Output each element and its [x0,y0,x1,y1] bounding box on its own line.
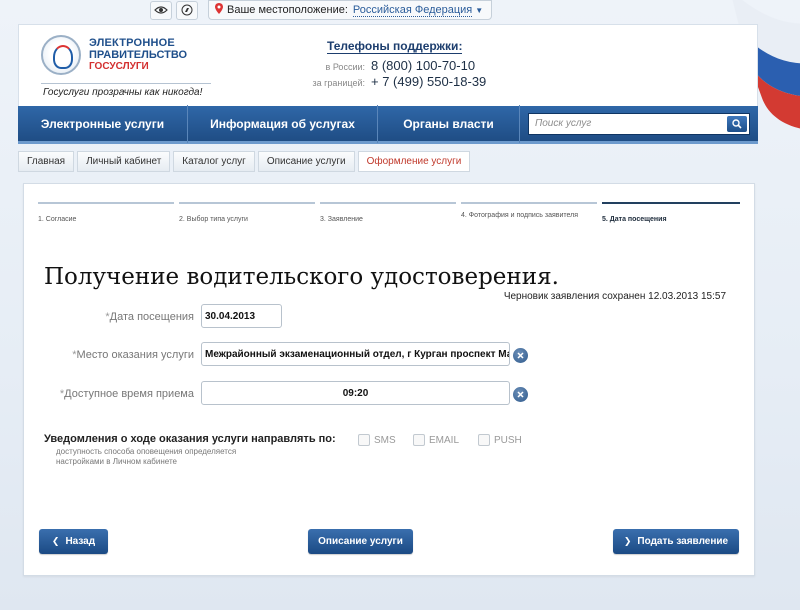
checkbox-label: EMAIL [429,434,460,446]
notify-title: Уведомления о ходе оказания услуги напра… [44,433,336,445]
notify-email-checkbox[interactable]: EMAIL [413,434,459,446]
close-icon [517,391,524,398]
draft-saved-status: Черновик заявления сохранен 12.03.2013 1… [503,291,726,302]
breadcrumb-home[interactable]: Главная [18,151,75,172]
search-icon [732,118,742,129]
breadcrumb-catalog[interactable]: Каталог услуг [173,151,255,172]
breadcrumb: Главная Личный кабинет Каталог услуг Опи… [18,151,473,172]
support-row-number: + 7 (499) 550-18-39 [371,74,487,89]
checkbox-box[interactable] [478,434,490,446]
logo-divider [41,83,211,84]
application-panel: 1. Согласие 2. Выбор типа услуги 3. Заяв… [23,183,755,576]
support-row-label: в России: [325,62,365,72]
clear-place-button[interactable] [513,348,528,363]
notify-hint: доступность способа оповещения определяе… [56,447,237,466]
chevron-right-icon: ❯ [623,536,632,546]
logo-text-line1: ЭЛЕКТРОННОЕ [89,37,175,49]
close-icon [517,352,524,359]
location-pin-icon [215,3,223,17]
clear-time-button[interactable] [513,387,528,402]
service-place-field[interactable]: Межрайонный экзаменационный отдел, г Кур… [201,342,510,366]
support-row-label: за границей: [312,78,365,88]
support-row-russia: в России: 8 (800) 100-70-10 [289,58,489,73]
checkbox-label: SMS [374,434,396,446]
checkbox-box[interactable] [358,434,370,446]
reception-time-label: *Доступное время приема [59,388,194,400]
service-place-label: *Место оказания услуги [72,349,194,361]
support-title[interactable]: Телефоны поддержки: [327,39,463,54]
reception-time-field[interactable]: 09:20 [201,381,510,405]
service-description-button[interactable]: Описание услуги [308,529,413,554]
location-label: Ваше местоположение: [227,4,348,16]
nav-item-service-info[interactable]: Информация об услугах [188,104,378,143]
main-nav: Электронные услуги Информация об услугах… [18,104,758,144]
page-title: Получение водительского удостоверения. [44,264,559,290]
logo-emblem-icon [41,35,81,75]
search-button[interactable] [727,115,747,132]
breadcrumb-current: Оформление услуги [357,151,471,172]
back-button[interactable]: ❮ Назад [39,529,108,554]
site-header: ЭЛЕКТРОННОЕ ПРАВИТЕЛЬСТВО ГОСУСЛУГИ Госу… [18,24,758,106]
notify-push-checkbox[interactable]: PUSH [478,434,522,446]
support-row-number: 8 (800) 100-70-10 [371,58,476,73]
checkbox-box[interactable] [413,434,425,446]
logo-text-line3: ГОСУСЛУГИ [89,61,149,72]
step-5-current: 5. Дата посещения [602,202,740,232]
logo-slogan: Госуслуги прозрачны как никогда! [43,87,203,98]
nav-item-electronic-services[interactable]: Электронные услуги [18,104,188,143]
location-selector[interactable]: Ваше местоположение: Российская Федераци… [208,0,493,20]
logo-text-line2: ПРАВИТЕЛЬСТВО [89,49,188,61]
search-box [528,112,750,135]
step-2: 2. Выбор типа услуги [179,202,315,232]
visit-date-field[interactable]: 30.04.2013 [201,304,282,328]
step-4: 4. Фотография и подпись заявителя [461,202,597,232]
step-1: 1. Согласие [38,202,174,232]
location-value[interactable]: Российская Федерация [352,4,473,17]
step-3: 3. Заявление [320,202,456,232]
nav-item-authorities[interactable]: Органы власти [378,104,520,143]
compass-icon[interactable] [176,0,198,20]
breadcrumb-service-description[interactable]: Описание услуги [257,151,355,172]
top-strip: Ваше местоположение: Российская Федераци… [150,0,493,20]
search-input[interactable] [529,114,725,133]
support-row-abroad: за границей: + 7 (499) 550-18-39 [289,74,489,89]
checkbox-label: PUSH [494,434,522,446]
submit-application-button[interactable]: ❯ Подать заявление [613,529,739,554]
visit-date-label: *Дата посещения [105,311,194,323]
accessibility-eye-icon[interactable] [150,0,172,20]
notify-sms-checkbox[interactable]: SMS [358,434,396,446]
breadcrumb-account[interactable]: Личный кабинет [77,151,171,172]
support-title-colon: : [458,39,463,53]
chevron-left-icon: ❮ [51,536,60,546]
chevron-down-icon: ▼ [475,5,484,15]
step-progress: 1. Согласие 2. Выбор типа услуги 3. Заяв… [38,202,740,232]
